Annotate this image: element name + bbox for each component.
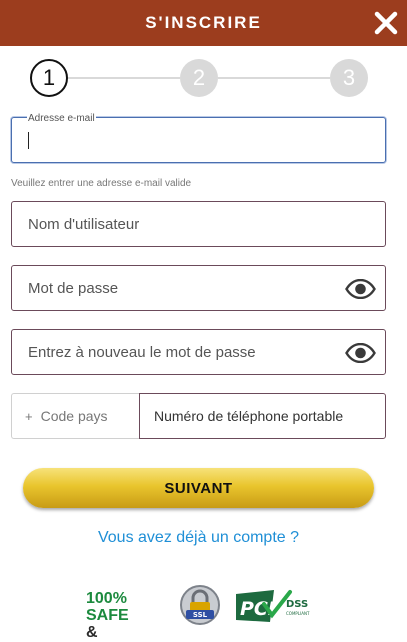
step-number: 1 <box>42 65 56 90</box>
eye-icon[interactable] <box>345 343 376 363</box>
pci-dss-badge: PCI DSS COMPLIANT <box>236 590 310 622</box>
step-number: 2 <box>192 65 206 90</box>
country-code-select[interactable]: + Code pays <box>11 393 139 439</box>
plus-icon: + <box>25 408 33 424</box>
step-2: 2 <box>180 59 218 97</box>
username-field[interactable] <box>11 201 386 247</box>
safe-badge-line2: & SECURE <box>86 624 153 642</box>
security-badges: 100% SAFE & SECURE SSL PCI DSS COMPLIANT <box>0 582 407 642</box>
email-hint: Veuillez entrer une adresse e-mail valid… <box>11 178 192 189</box>
step-number: 3 <box>342 65 356 90</box>
modal-title: S'INSCRIRE <box>145 13 262 32</box>
modal-header: S'INSCRIRE <box>0 0 407 46</box>
email-label: Adresse e-mail <box>27 113 96 124</box>
step-3: 3 <box>330 59 368 97</box>
password-input[interactable] <box>12 266 385 310</box>
step-connector <box>218 77 330 79</box>
phone-field[interactable] <box>139 393 386 439</box>
safe-badge-line1: 100% SAFE <box>86 590 129 624</box>
ssl-text: SSL <box>193 611 208 619</box>
close-icon[interactable] <box>371 8 401 38</box>
eye-icon[interactable] <box>345 279 376 299</box>
country-code-placeholder: Code pays <box>40 408 108 424</box>
next-button[interactable]: SUIVANT <box>23 468 374 508</box>
email-field[interactable]: Adresse e-mail <box>11 113 386 163</box>
phone-input[interactable] <box>140 394 385 438</box>
dss-text: DSS <box>286 599 308 610</box>
compliant-text: COMPLIANT <box>286 611 310 616</box>
phone-row: + Code pays <box>11 393 386 439</box>
login-link[interactable]: Vous avez déjà un compte ? <box>0 529 397 547</box>
ssl-lock-icon: SSL <box>180 585 220 625</box>
password-confirm-field[interactable] <box>11 329 386 375</box>
step-1: 1 <box>30 59 68 97</box>
email-input[interactable] <box>12 118 385 162</box>
text-caret <box>28 132 29 149</box>
safe-secure-badge: 100% SAFE & SECURE <box>86 590 168 642</box>
password-field[interactable] <box>11 265 386 311</box>
step-connector <box>68 77 180 79</box>
password-confirm-input[interactable] <box>12 330 385 374</box>
username-input[interactable] <box>12 202 385 246</box>
progress-stepper: 1 2 3 <box>30 59 368 97</box>
